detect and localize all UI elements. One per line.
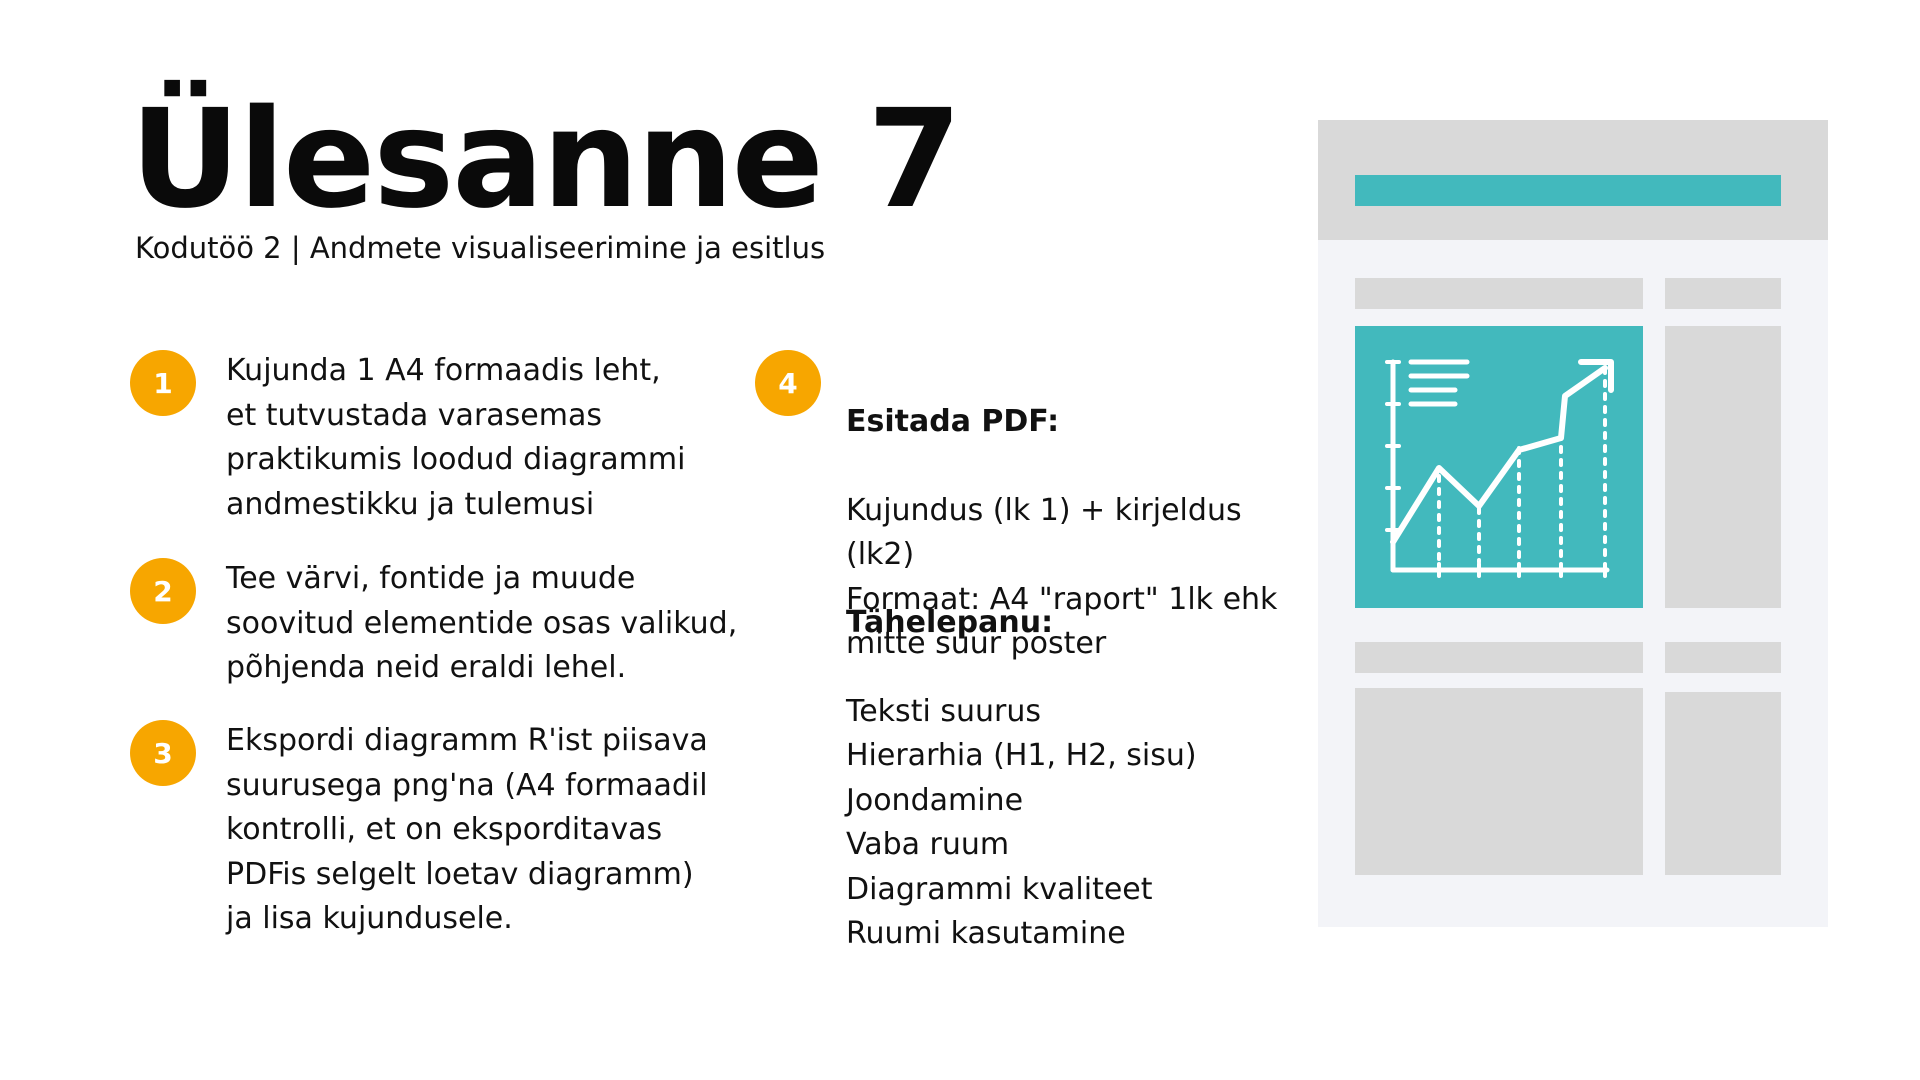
- doc-text-line: [1355, 642, 1643, 673]
- step-2-badge: 2: [130, 558, 196, 624]
- doc-side-column: [1665, 326, 1781, 608]
- note-lines: Teksti suurus Hierarhia (H1, H2, sisu) J…: [846, 693, 1197, 952]
- step-1-text: Kujunda 1 A4 formaadis leht, et tutvusta…: [226, 353, 686, 522]
- doc-text-line: [1665, 278, 1781, 309]
- step-1-badge: 1: [130, 350, 196, 416]
- doc-text-line: [1355, 278, 1643, 309]
- doc-text-line: [1665, 642, 1781, 673]
- step-4-badge: 4: [755, 350, 821, 416]
- report-document-with-line-chart-icon: [1318, 120, 1828, 927]
- page-subtitle: Kodutöö 2 | Andmete visualiseerimine ja …: [135, 231, 826, 265]
- step-2-text: Tee värvi, fontide ja muude soovitud ele…: [226, 561, 738, 685]
- doc-chart: [1355, 326, 1643, 608]
- step-3-text: Ekspordi diagramm R'ist piisava suuruseg…: [226, 723, 708, 936]
- step-3-badge: 3: [130, 720, 196, 786]
- doc-content-block: [1665, 692, 1781, 875]
- note-content: Tähelepanu: Teksti suurus Hierarhia (H1,…: [846, 556, 1316, 1001]
- page-title: Ülesanne 7: [130, 81, 962, 239]
- doc-content-block: [1355, 688, 1643, 875]
- submit-heading: Esitada PDF:: [846, 403, 1060, 439]
- line-chart-icon: [1385, 359, 1614, 578]
- note-heading: Tähelepanu:: [846, 604, 1054, 640]
- doc-title-bar: [1355, 175, 1781, 206]
